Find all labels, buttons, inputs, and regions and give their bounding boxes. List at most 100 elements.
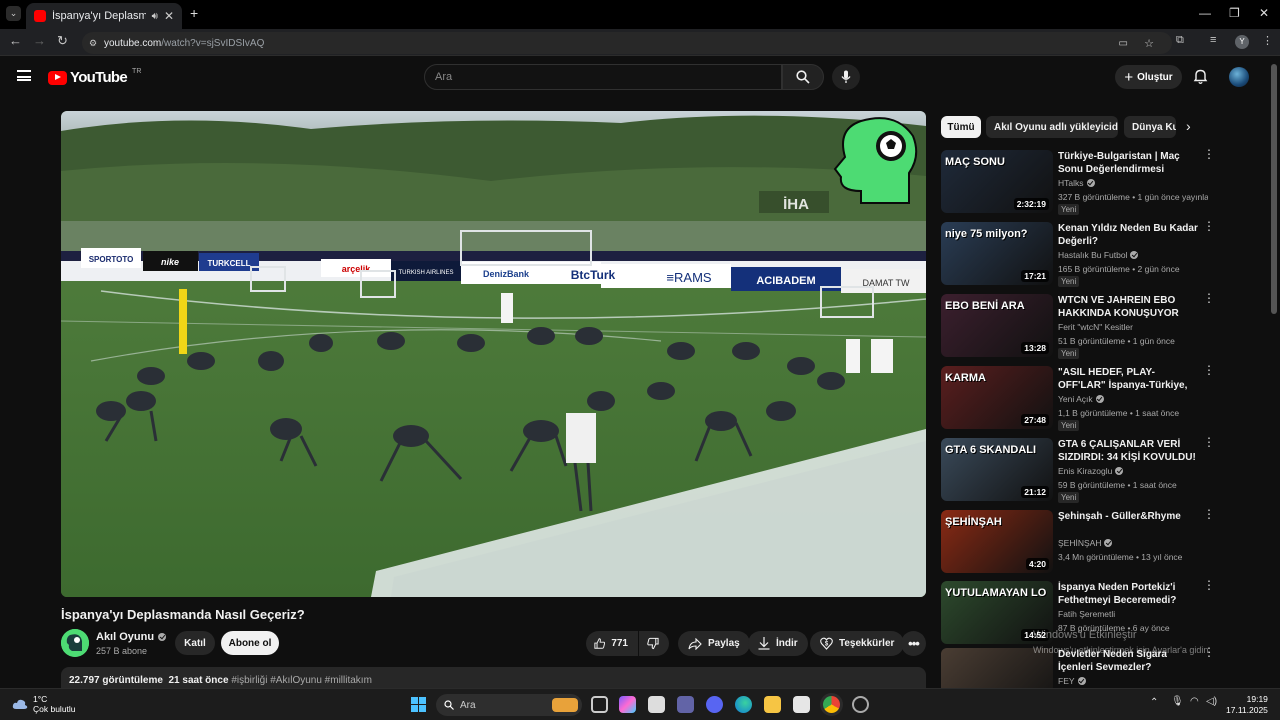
recommendation-channel[interactable]: HTalks <box>1058 178 1095 188</box>
task-view-icon[interactable] <box>591 696 608 713</box>
recommendation-thumbnail[interactable]: GTA 6 SKANDALI 21:12 <box>941 438 1053 501</box>
chip-all[interactable]: Tümü <box>941 116 981 138</box>
recommendation-channel[interactable]: Enis Kirazoglu <box>1058 466 1124 476</box>
tray-chevron-up-icon[interactable]: ⌃ <box>1150 697 1158 708</box>
site-info-icon[interactable]: ⚙ <box>89 38 97 49</box>
recommendation-title[interactable]: "ASIL HEDEF, PLAY-OFF'LAR" İspanya-Türki… <box>1058 366 1198 392</box>
recommendation-item[interactable]: GTA 6 SKANDALI 21:12 GTA 6 ÇALIŞANLAR VERİ… <box>941 436 1215 504</box>
join-button[interactable]: Katıl <box>175 631 215 655</box>
youtube-logo[interactable]: YouTube TR <box>48 68 141 86</box>
audio-playing-icon[interactable]: 🔊︎ <box>152 11 158 22</box>
browser-tab-youtube[interactable]: İspanya'yı Deplasmanda Nas 🔊︎ ✕ <box>26 3 182 29</box>
recommendation-thumbnail[interactable]: KARMA 27:48 <box>941 366 1053 429</box>
hamburger-menu-icon[interactable] <box>17 70 31 81</box>
start-windows-icon[interactable] <box>411 697 426 712</box>
store-icon[interactable] <box>793 696 810 713</box>
like-button[interactable]: 771 <box>586 631 638 656</box>
new-tab-button[interactable]: + <box>190 5 198 21</box>
more-vertical-icon[interactable]: ⋮ <box>1203 579 1215 591</box>
recommendation-title[interactable]: WTCN VE JAHREIN EBO HAKKINDA KONUŞUYOR <box>1058 294 1198 320</box>
chip-from-uploader[interactable]: Akıl Oyunu adlı yükleyiciden <box>986 116 1118 138</box>
chrome-icon[interactable] <box>823 696 840 713</box>
channel-avatar[interactable] <box>61 629 89 657</box>
recommendation-item[interactable]: EBO BENİ ARA 13:28 WTCN VE JAHREIN EBO HAK… <box>941 292 1215 360</box>
weather-widget[interactable]: 1°C Çok bulutlu <box>12 694 76 714</box>
share-button[interactable]: Paylaş <box>678 631 750 656</box>
profile-avatar[interactable]: Y <box>1235 35 1249 49</box>
taskbar-clock[interactable]: 19:19 17.11.2025 <box>1226 694 1268 716</box>
recommendation-channel[interactable]: ŞEHİNŞAH <box>1058 538 1113 548</box>
teams-icon[interactable] <box>677 696 694 713</box>
recommendation-item[interactable]: niye 75 milyon? 17:21 Kenan Yıldız Neden B… <box>941 220 1215 288</box>
voice-search-button[interactable] <box>832 64 860 90</box>
wifi-icon[interactable]: ◠ <box>1190 696 1199 707</box>
tab-search-icon[interactable]: ≡ <box>1210 34 1216 46</box>
recommendation-channel[interactable]: Fatih Şeremetli <box>1058 609 1115 619</box>
microphone-tray-icon[interactable]: 🎙︎ <box>1171 696 1184 707</box>
recommendation-thumbnail[interactable]: EBO BENİ ARA 13:28 <box>941 294 1053 357</box>
volume-icon[interactable]: ◁) <box>1206 696 1217 707</box>
reload-icon[interactable]: ↻ <box>57 33 68 49</box>
browser-menu-icon[interactable]: ⋮ <box>1262 34 1273 47</box>
video-title: İspanya'yı Deplasmanda Nasıl Geçeriz? <box>61 607 305 622</box>
notifications-bell-icon[interactable] <box>1193 68 1208 85</box>
recommendation-thumbnail[interactable]: ŞEHİNŞAH 4:20 <box>941 510 1053 573</box>
more-vertical-icon[interactable]: ⋮ <box>1203 436 1215 448</box>
more-vertical-icon[interactable]: ⋮ <box>1203 364 1215 376</box>
recommendation-title[interactable]: İspanya Neden Portekiz'i Fethetmeyi Bece… <box>1058 581 1198 607</box>
recommendation-title[interactable]: Şehinşah - Güller&Rhyme <box>1058 510 1198 523</box>
recommendation-item[interactable]: KARMA 27:48 "ASIL HEDEF, PLAY-OFF'LAR" İsp… <box>941 364 1215 432</box>
hashtags[interactable]: #işbirliği #AkılOyunu #millitakım <box>231 675 372 686</box>
recommendation-item[interactable]: ŞEHİNŞAH 4:20 Şehinşah - Güller&Rhyme ŞEHİN… <box>941 508 1215 576</box>
recommendation-title[interactable]: Türkiye-Bulgaristan | Maç Sonu Değerlend… <box>1058 150 1198 176</box>
chips-next-chevron-icon[interactable]: › <box>1186 118 1191 134</box>
channel-name[interactable]: Akıl Oyunu <box>96 631 167 643</box>
more-vertical-icon[interactable]: ⋮ <box>1203 220 1215 232</box>
recommendation-title[interactable]: Kenan Yıldız Neden Bu Kadar Değerli? <box>1058 222 1198 248</box>
create-button[interactable]: + Oluştur <box>1115 65 1182 89</box>
recommendation-thumbnail[interactable]: niye 75 milyon? 17:21 <box>941 222 1053 285</box>
recommendation-channel[interactable]: Yeni Açık <box>1058 394 1104 404</box>
settings-gear-icon[interactable] <box>852 696 869 713</box>
copilot-icon[interactable] <box>619 696 636 713</box>
cast-icon[interactable]: ▭ <box>1119 38 1128 49</box>
recommendation-channel[interactable]: FEY <box>1058 676 1086 686</box>
address-bar[interactable]: ⚙ youtube.com/watch?v=sjSvIDSIvAQ ▭ ☆ <box>82 32 1172 54</box>
notes-app-icon[interactable] <box>648 696 665 713</box>
account-avatar[interactable] <box>1229 67 1249 87</box>
recommendation-title[interactable]: GTA 6 ÇALIŞANLAR VERİ SIZDIRDI: 34 KİŞİ … <box>1058 438 1198 464</box>
browser-toolbar: ← → ↻ ⚙ youtube.com/watch?v=sjSvIDSIvAQ … <box>0 29 1280 56</box>
back-arrow-icon[interactable]: ← <box>9 33 22 48</box>
more-vertical-icon[interactable]: ⋮ <box>1203 292 1215 304</box>
tab-list-button[interactable]: ⌄ <box>6 6 21 21</box>
recommendation-meta: 51 B görüntüleme • 1 gün önce <box>1058 336 1175 346</box>
subscribe-button[interactable]: Abone ol <box>221 631 279 655</box>
more-vertical-icon[interactable]: ⋮ <box>1203 508 1215 520</box>
discord-icon[interactable] <box>706 696 723 713</box>
chip-world[interactable]: Dünya Ku <box>1124 116 1176 138</box>
search-input[interactable]: Ara <box>424 64 782 90</box>
thanks-button[interactable]: $ Teşekkürler <box>810 631 905 656</box>
page-scrollbar[interactable] <box>1271 64 1277 314</box>
more-vertical-icon[interactable]: ⋮ <box>1203 148 1215 160</box>
forward-arrow-icon[interactable]: → <box>33 33 46 48</box>
taskbar-search[interactable]: Ara <box>436 694 582 716</box>
video-player[interactable]: SPORTOTO nike TURKCELL arçelik TURKISH A… <box>61 111 926 597</box>
more-actions-button[interactable]: ••• <box>901 631 926 656</box>
recommendation-channel[interactable]: Ferit "wtcN" Kesitler <box>1058 322 1133 332</box>
close-window-button[interactable]: ✕ <box>1259 6 1269 20</box>
recommendation-channel[interactable]: Hastalık Bu Futbol <box>1058 250 1139 260</box>
recommendation-thumbnail[interactable]: MAÇ SONU 2:32:19 <box>941 150 1053 213</box>
extensions-icon[interactable]: ⧉ <box>1176 34 1184 47</box>
recommendation-item[interactable]: MAÇ SONU 2:32:19 Türkiye-Bulgaristan | Maç… <box>941 148 1215 216</box>
close-tab-icon[interactable]: ✕ <box>164 9 174 23</box>
recommendation-meta: 59 B görüntüleme • 1 saat önce <box>1058 480 1177 490</box>
restore-window-button[interactable]: ❐ <box>1229 6 1240 20</box>
bookmark-star-icon[interactable]: ☆ <box>1144 37 1154 50</box>
download-button[interactable]: İndir <box>748 631 808 656</box>
edge-icon[interactable] <box>735 696 752 713</box>
search-button[interactable] <box>782 64 824 90</box>
dislike-button[interactable] <box>639 631 669 656</box>
minimize-window-button[interactable]: — <box>1199 6 1211 20</box>
file-explorer-icon[interactable] <box>764 696 781 713</box>
